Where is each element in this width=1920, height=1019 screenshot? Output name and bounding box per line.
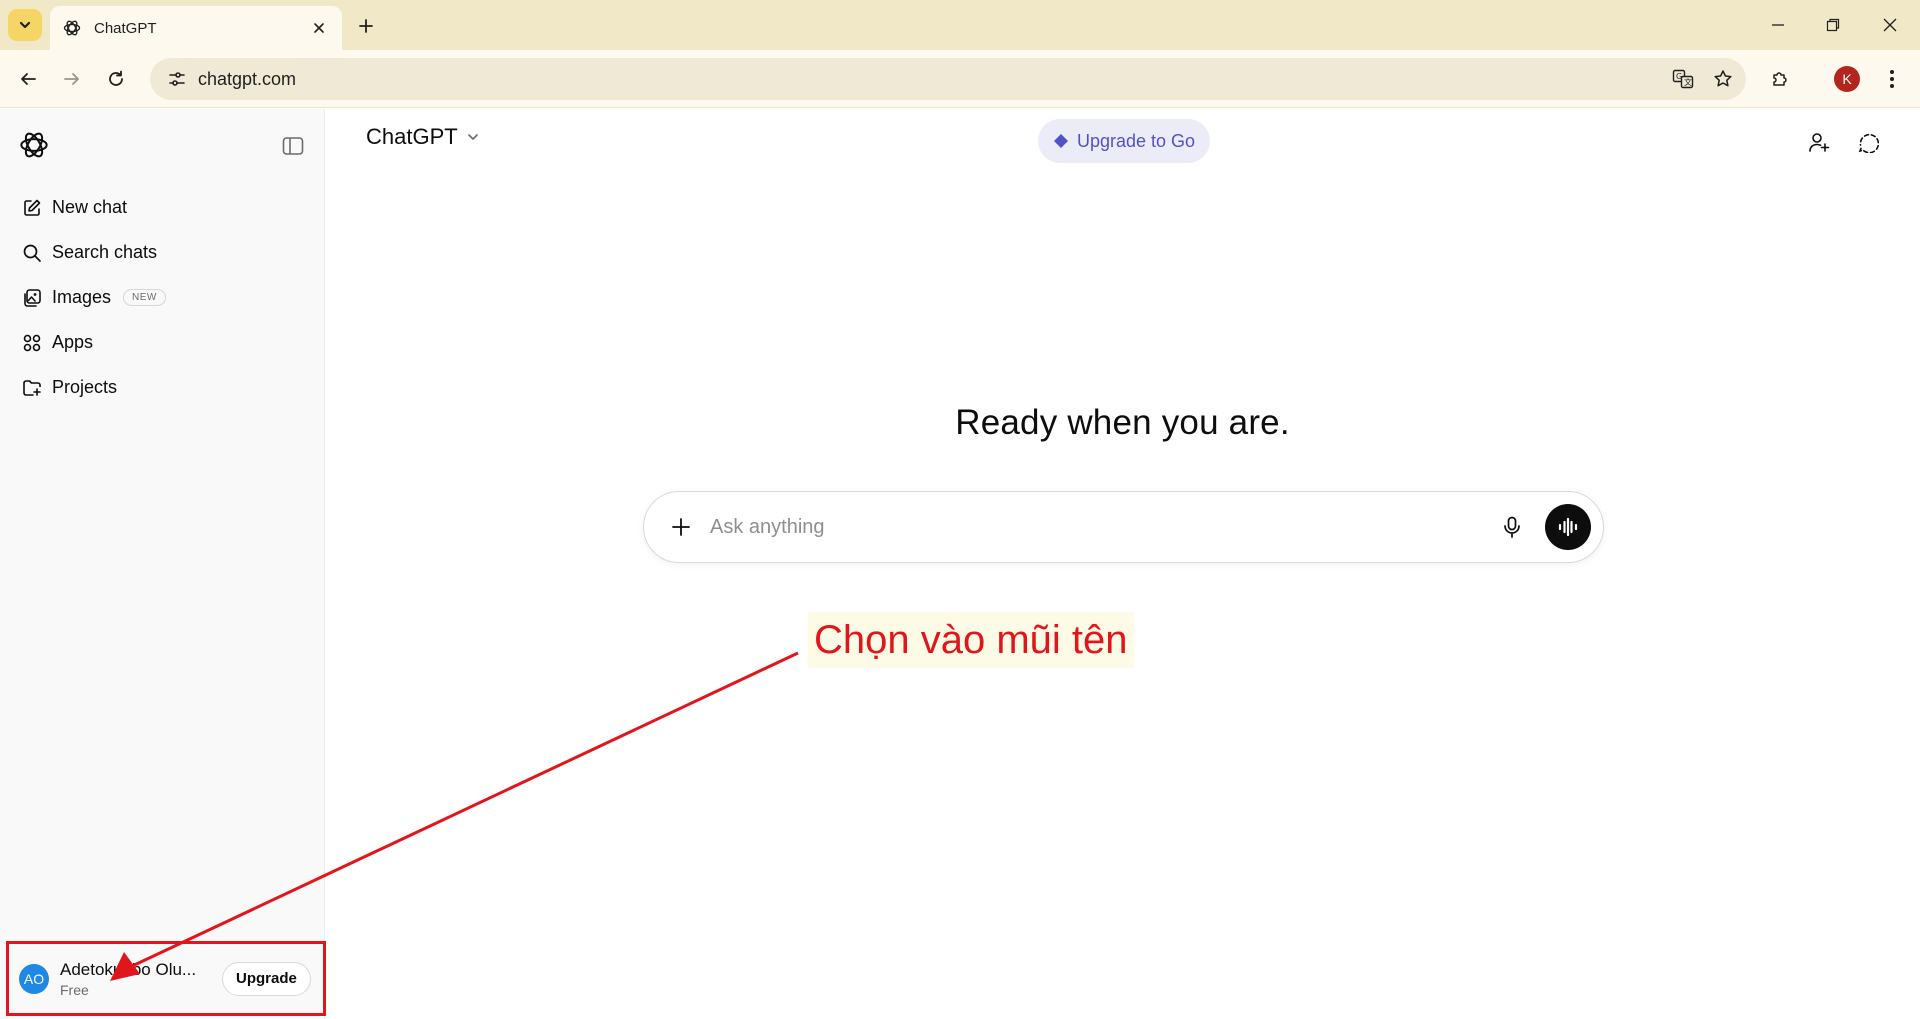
browser-toolbar: chatgpt.com G文 K xyxy=(0,50,1920,108)
minimize-icon xyxy=(1771,18,1785,32)
plus-icon xyxy=(358,18,374,34)
user-name: Adetokunbo Olu... xyxy=(60,959,197,979)
sidebar-nav: New chat Search chats Images NEW Apps Pr… xyxy=(12,185,312,410)
forward-button[interactable] xyxy=(56,63,88,95)
svg-text:文: 文 xyxy=(1684,77,1692,87)
sidebar-item-label: Search chats xyxy=(52,242,158,262)
prompt-input[interactable] xyxy=(710,515,1495,539)
sidebar-item-search-chats[interactable]: Search chats xyxy=(12,230,312,275)
back-button[interactable] xyxy=(12,63,44,95)
new-tab-button[interactable] xyxy=(352,12,380,40)
user-profile-menu[interactable]: AO Adetokunbo Olu... Free Upgrade xyxy=(6,941,326,1016)
apps-icon xyxy=(20,331,44,355)
user-info: Adetokunbo Olu... Free xyxy=(60,960,210,998)
add-attachment-button[interactable] xyxy=(666,512,696,542)
reload-button[interactable] xyxy=(100,63,132,95)
openai-logo-icon xyxy=(62,18,82,38)
window-restore-button[interactable] xyxy=(1815,10,1851,40)
upgrade-to-go-label: Upgrade to Go xyxy=(1077,130,1196,151)
address-bar[interactable]: chatgpt.com G文 xyxy=(150,58,1746,100)
dictate-button[interactable] xyxy=(1495,510,1529,544)
folder-icon xyxy=(20,376,44,400)
sidebar-item-label: New chat xyxy=(52,197,128,217)
chatgpt-logo-icon[interactable] xyxy=(18,129,50,161)
waveform-icon xyxy=(1557,517,1579,537)
arrow-right-icon xyxy=(63,70,81,88)
sidebar-toggle-button[interactable] xyxy=(278,131,308,161)
search-icon xyxy=(20,241,44,265)
sidebar-item-apps[interactable]: Apps xyxy=(12,320,312,365)
site-info-icon[interactable] xyxy=(162,64,192,94)
model-selector[interactable]: ChatGPT xyxy=(366,124,480,150)
sidebar-item-label: Apps xyxy=(52,332,94,352)
user-plan: Free xyxy=(60,981,89,998)
hero-heading: Ready when you are. xyxy=(955,403,1290,442)
edit-icon xyxy=(20,196,44,220)
new-badge: NEW xyxy=(123,289,166,306)
puzzle-icon xyxy=(1770,69,1790,89)
more-vertical-icon xyxy=(1889,69,1895,89)
tab-close-icon[interactable] xyxy=(308,17,330,39)
temporary-chat-icon xyxy=(1857,131,1879,153)
share-add-person-button[interactable] xyxy=(1802,125,1836,159)
window-close-button[interactable] xyxy=(1872,10,1908,40)
arrow-left-icon xyxy=(19,70,37,88)
browser-tab-chatgpt[interactable]: ChatGPT xyxy=(50,6,342,50)
reload-icon xyxy=(107,70,125,88)
add-person-icon xyxy=(1808,131,1830,153)
sidebar-item-images[interactable]: Images NEW xyxy=(12,275,312,320)
bookmark-star-icon[interactable] xyxy=(1706,62,1740,96)
microphone-icon xyxy=(1503,516,1521,538)
browser-menu-button[interactable] xyxy=(1876,63,1908,95)
sidebar-item-label: Images xyxy=(52,287,112,307)
close-icon xyxy=(1883,18,1897,32)
chevron-down-icon xyxy=(466,130,480,144)
tab-title: ChatGPT xyxy=(94,19,157,37)
voice-mode-button[interactable] xyxy=(1545,504,1591,550)
upgrade-to-go-button[interactable]: Upgrade to Go xyxy=(1038,119,1211,163)
sidebar-item-new-chat[interactable]: New chat xyxy=(12,185,312,230)
diamond-icon xyxy=(1053,133,1069,149)
url-text: chatgpt.com xyxy=(198,68,297,89)
avatar: AO xyxy=(19,963,49,994)
sidebar: New chat Search chats Images NEW Apps Pr… xyxy=(0,109,326,1019)
sidebar-panel-icon xyxy=(282,136,304,156)
model-label: ChatGPT xyxy=(366,124,458,149)
browser-profile-avatar[interactable]: K xyxy=(1834,66,1860,92)
translate-icon[interactable]: G文 xyxy=(1666,62,1700,96)
browser-tab-strip: ChatGPT xyxy=(0,0,1920,50)
annotation-label: Chọn vào mũi tên xyxy=(808,612,1134,668)
images-icon xyxy=(20,286,44,310)
chevron-down-icon xyxy=(18,18,32,32)
tab-search-button[interactable] xyxy=(8,9,42,41)
temporary-chat-button[interactable] xyxy=(1851,125,1885,159)
window-minimize-button[interactable] xyxy=(1760,10,1796,40)
upgrade-button[interactable]: Upgrade xyxy=(222,961,311,996)
sidebar-item-label: Projects xyxy=(52,377,118,397)
restore-icon xyxy=(1826,18,1840,32)
extensions-button[interactable] xyxy=(1764,63,1796,95)
composer xyxy=(643,491,1604,563)
